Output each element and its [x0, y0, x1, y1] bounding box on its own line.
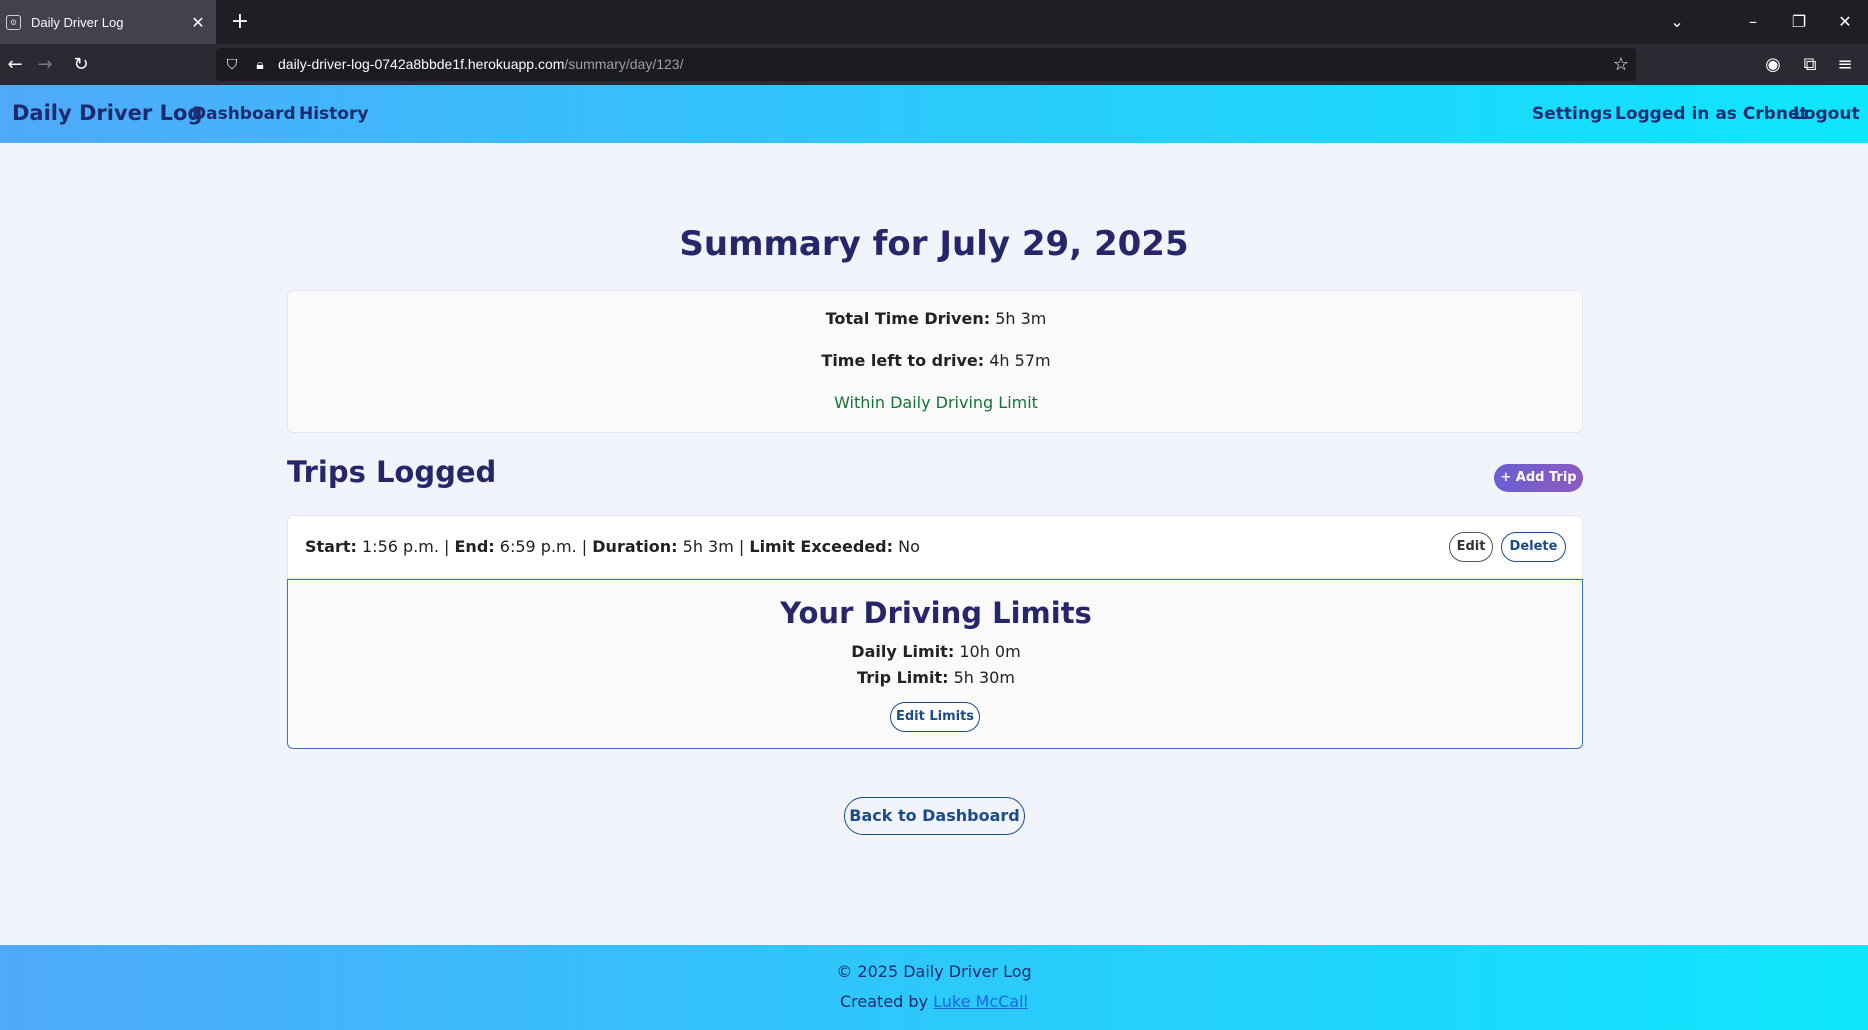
- url-path: /summary/day/123/: [564, 56, 684, 72]
- site-favicon-icon: ⚙: [6, 14, 21, 30]
- trip-details: Start: 1:56 p.m. | End: 6:59 p.m. | Dura…: [305, 537, 920, 556]
- back-to-dashboard-button[interactable]: Back to Dashboard: [844, 797, 1025, 835]
- trip-limit-label: Trip Limit:: [857, 668, 949, 687]
- footer: © 2025 Daily Driver Log Created by Luke …: [0, 945, 1868, 1030]
- footer-created-by: Created by: [840, 992, 929, 1011]
- edit-trip-button[interactable]: Edit: [1449, 532, 1493, 562]
- daily-limit-value: 10h 0m: [959, 642, 1021, 661]
- extensions-icon[interactable]: ⧉: [1795, 50, 1825, 80]
- limit-status: Within Daily Driving Limit: [834, 393, 1038, 412]
- trip-duration-value: 5h 3m: [682, 537, 734, 556]
- time-left-line: Time left to drive: 4h 57m: [288, 351, 1584, 370]
- add-trip-button[interactable]: + Add Trip: [1494, 464, 1583, 492]
- nav-link-history[interactable]: History: [299, 104, 368, 124]
- trip-exceeded-value: No: [898, 537, 920, 556]
- page-title: Summary for July 29, 2025: [679, 224, 1189, 264]
- edit-limits-button[interactable]: Edit Limits: [890, 702, 980, 732]
- author-link[interactable]: Luke McCall: [933, 992, 1028, 1011]
- close-window-icon[interactable]: ✕: [1820, 0, 1868, 44]
- restore-icon[interactable]: ❐: [1774, 0, 1824, 44]
- nav-link-settings[interactable]: Settings: [1532, 104, 1612, 124]
- nav-link-user[interactable]: Logged in as Crbnet: [1615, 104, 1808, 124]
- footer-credit: Created by Luke McCall: [0, 992, 1868, 1011]
- daily-limit-label: Daily Limit:: [851, 642, 955, 661]
- time-left-label: Time left to drive:: [821, 351, 985, 370]
- tab-title: Daily Driver Log: [31, 14, 124, 30]
- forward-arrow-icon[interactable]: →: [30, 50, 60, 80]
- trips-title: Trips Logged: [287, 455, 497, 489]
- trip-start-label: Start:: [305, 537, 357, 556]
- daily-limit-line: Daily Limit: 10h 0m: [288, 642, 1584, 661]
- minimize-icon[interactable]: –: [1728, 0, 1778, 44]
- total-time-label: Total Time Driven:: [825, 309, 991, 328]
- trip-start-value: 1:56 p.m.: [362, 537, 439, 556]
- limits-title: Your Driving Limits: [780, 596, 1092, 630]
- trip-limit-line: Trip Limit: 5h 30m: [288, 668, 1584, 687]
- driving-limits-card: Your Driving Limits Daily Limit: 10h 0m …: [287, 579, 1583, 749]
- total-time-line: Total Time Driven: 5h 3m: [288, 309, 1584, 328]
- list-tabs-icon[interactable]: ⌄: [1652, 0, 1702, 44]
- trip-row: Start: 1:56 p.m. | End: 6:59 p.m. | Dura…: [287, 515, 1583, 579]
- trip-end-value: 6:59 p.m.: [499, 537, 577, 556]
- account-icon[interactable]: ◉: [1758, 50, 1788, 80]
- url-text[interactable]: daily-driver-log-0742a8bbde1f.herokuapp.…: [278, 56, 683, 72]
- browser-tab[interactable]: ⚙ Daily Driver Log ✕: [0, 0, 216, 44]
- back-arrow-icon[interactable]: ←: [0, 50, 30, 80]
- brand-logo[interactable]: Daily Driver Log: [12, 101, 202, 125]
- bookmark-star-icon[interactable]: ☆: [1608, 52, 1634, 78]
- nav-link-dashboard[interactable]: Dashboard: [192, 104, 296, 124]
- lock-icon[interactable]: 🔒︎: [250, 55, 270, 75]
- trip-duration-label: Duration:: [592, 537, 678, 556]
- trip-end-label: End:: [454, 537, 495, 556]
- footer-copyright: © 2025 Daily Driver Log: [836, 962, 1032, 981]
- trip-exceeded-label: Limit Exceeded:: [749, 537, 894, 556]
- delete-trip-button[interactable]: Delete: [1501, 532, 1566, 562]
- browser-tab-bar: ⚙ Daily Driver Log ✕ + ⌄ – ❐ ✕: [0, 0, 1868, 44]
- total-time-value: 5h 3m: [995, 309, 1047, 328]
- url-host: daily-driver-log-0742a8bbde1f.herokuapp.…: [278, 56, 565, 72]
- close-tab-icon[interactable]: ✕: [184, 13, 212, 32]
- new-tab-icon[interactable]: +: [226, 8, 254, 36]
- menu-icon[interactable]: ≡: [1830, 50, 1860, 80]
- summary-card: Total Time Driven: 5h 3m Time left to dr…: [287, 290, 1583, 433]
- nav-link-logout[interactable]: Logout: [1793, 104, 1860, 124]
- shield-icon[interactable]: ⛉: [222, 55, 242, 75]
- trip-limit-value: 5h 30m: [953, 668, 1015, 687]
- reload-icon[interactable]: ↻: [66, 50, 96, 80]
- time-left-value: 4h 57m: [989, 351, 1051, 370]
